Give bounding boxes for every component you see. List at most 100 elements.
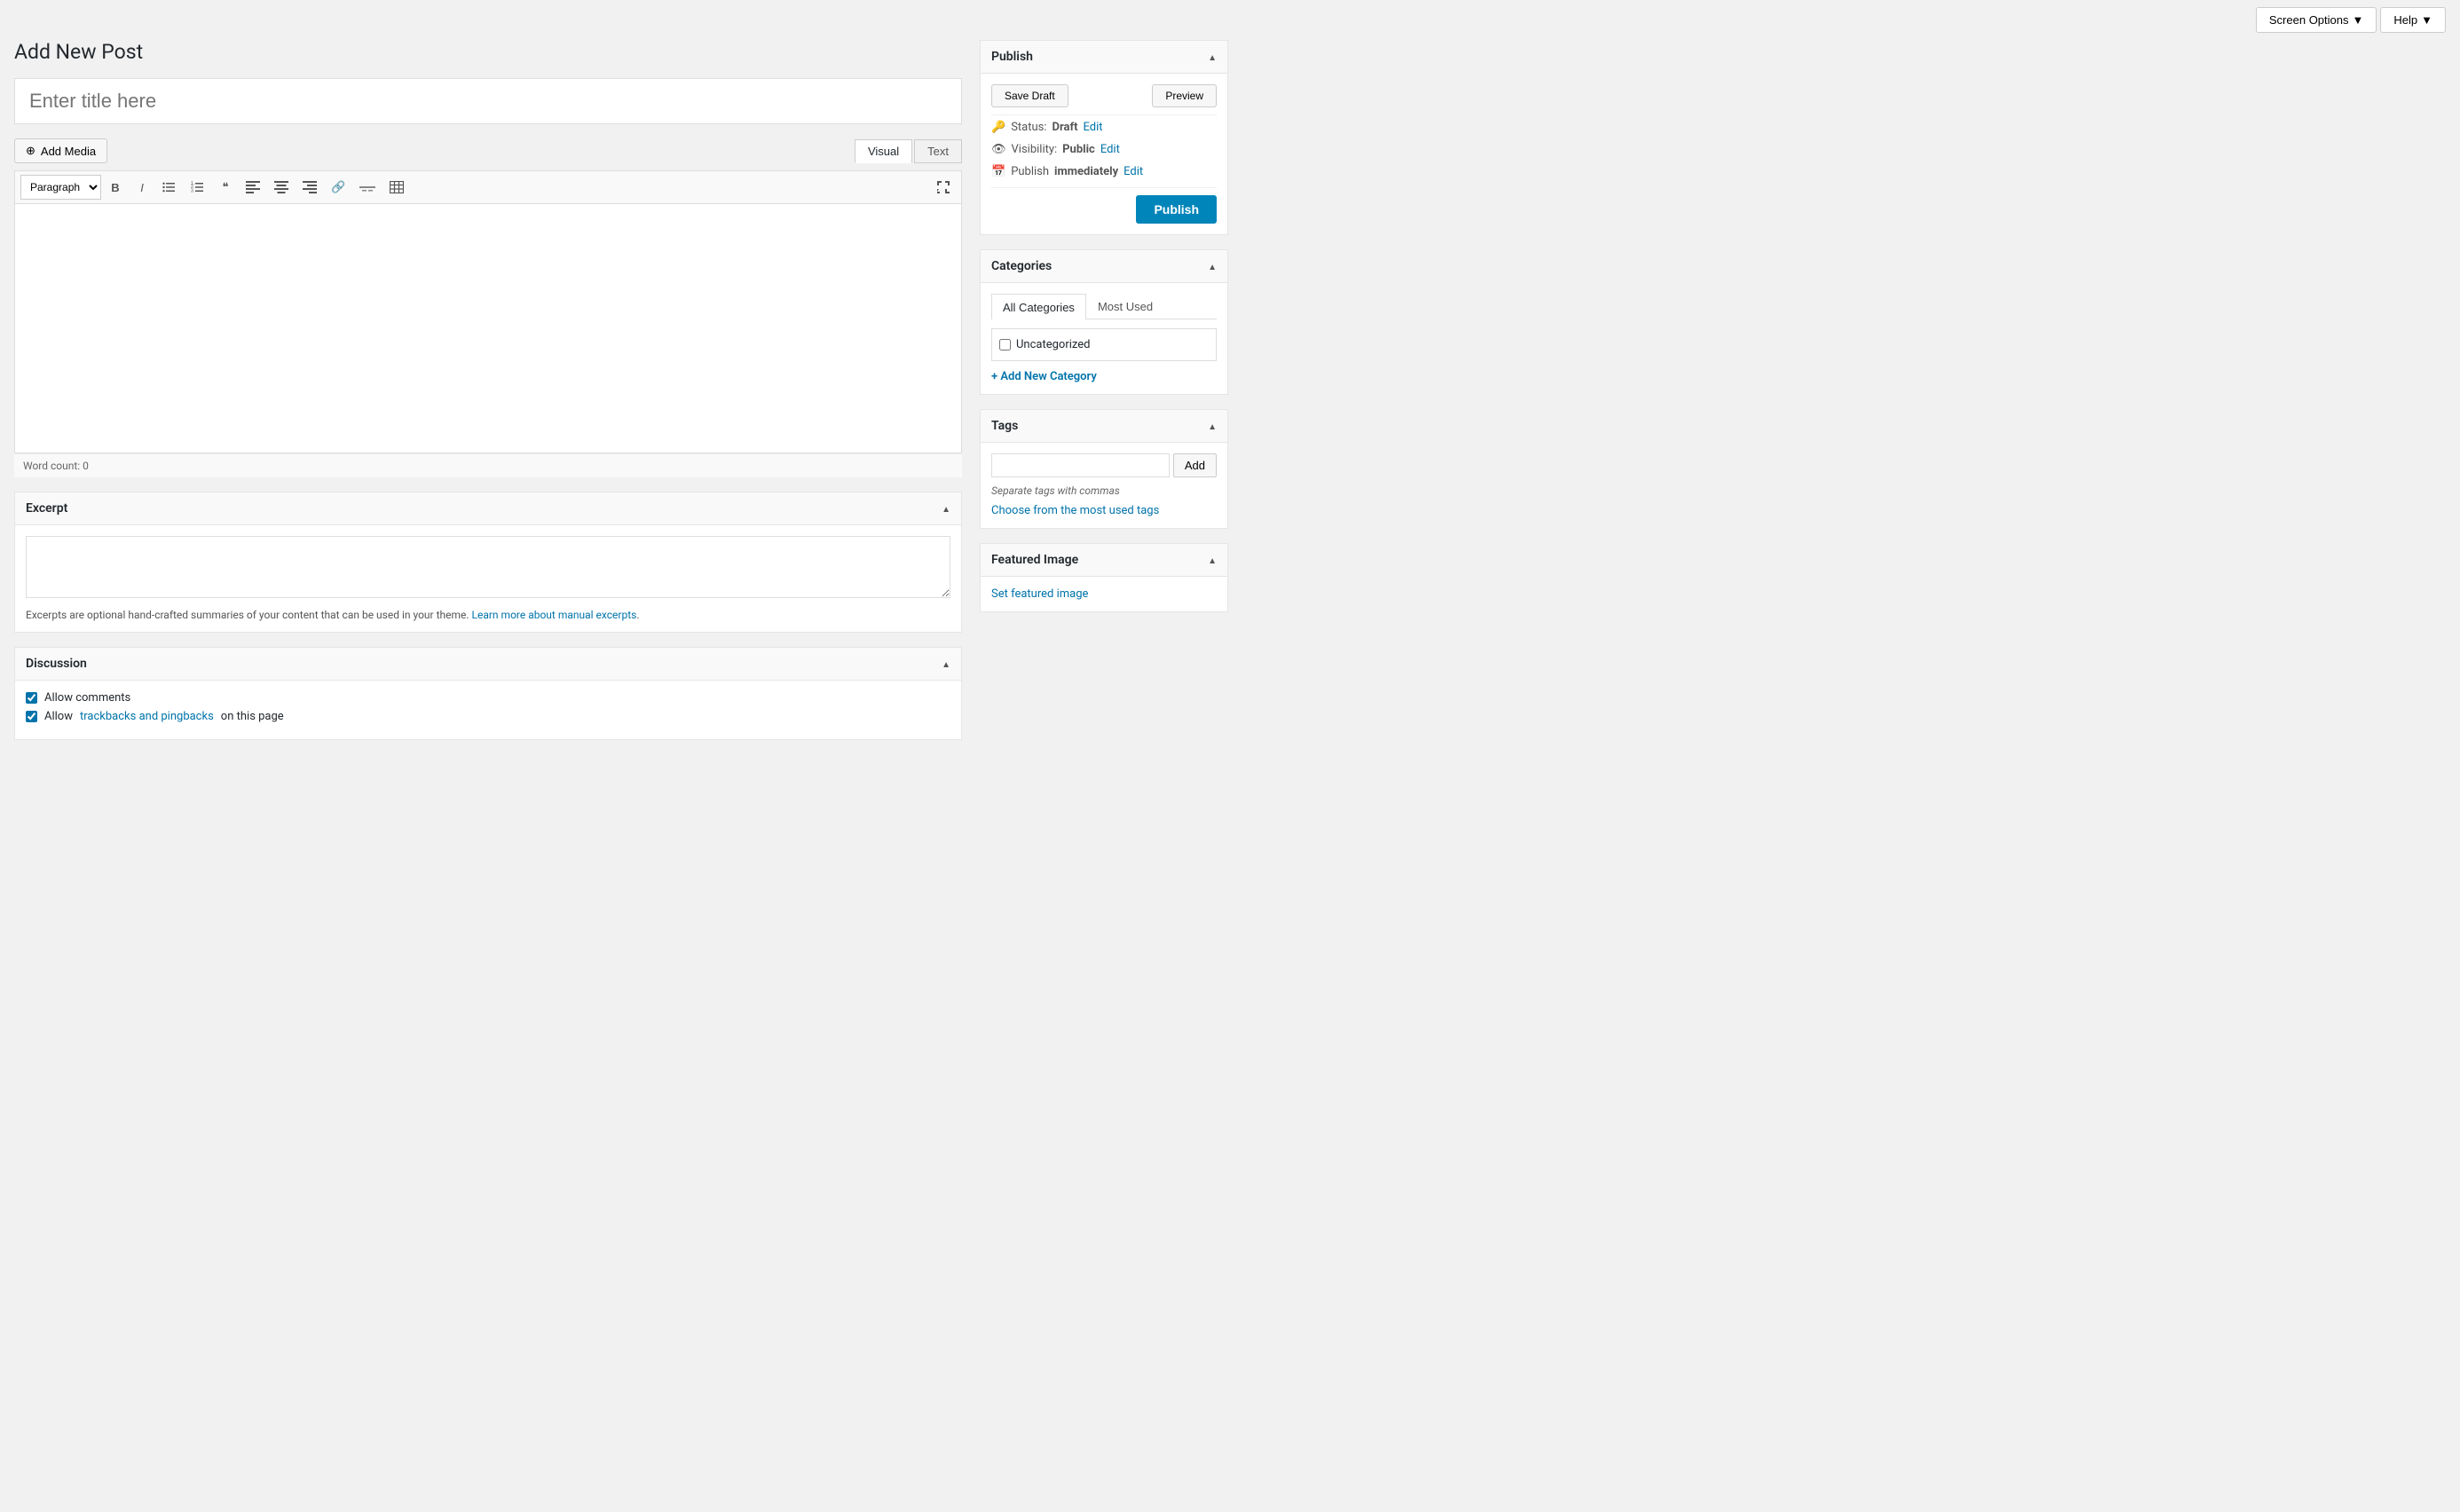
word-count: Word count: 0 — [14, 453, 962, 477]
link-button[interactable]: 🔗 — [325, 175, 351, 200]
help-button[interactable]: Help ▼ — [2380, 7, 2446, 33]
visibility-value: Public — [1062, 143, 1095, 156]
visual-text-tabs: Visual Text — [855, 139, 962, 163]
discussion-heading: Discussion — [26, 657, 87, 671]
tags-heading: Tags — [991, 419, 1018, 433]
featured-image-box-body: Set featured image — [981, 577, 1227, 611]
tags-box-header[interactable]: Tags — [981, 410, 1227, 443]
allow-trackbacks-label: Allow trackbacks and pingbacks on this p… — [26, 710, 950, 723]
trackbacks-link[interactable]: trackbacks and pingbacks — [80, 710, 214, 723]
discussion-collapse-icon — [942, 658, 950, 671]
excerpt-note: Excerpts are optional hand-crafted summa… — [26, 609, 950, 621]
italic-button[interactable]: I — [130, 175, 154, 200]
featured-image-heading: Featured Image — [991, 553, 1078, 567]
publish-actions-row: Save Draft Preview — [991, 84, 1217, 107]
help-label: Help — [2393, 13, 2417, 27]
excerpt-box: Excerpt Excerpts are optional hand-craft… — [14, 492, 962, 633]
set-featured-image-link[interactable]: Set featured image — [991, 587, 1088, 601]
discussion-box: Discussion Allow comments Allow trackbac… — [14, 647, 962, 740]
publish-box-body: Save Draft Preview 🔑 Status: Draft Edit … — [981, 74, 1227, 234]
discussion-box-body: Allow comments Allow trackbacks and ping… — [15, 681, 961, 739]
align-left-button[interactable] — [240, 175, 266, 200]
categories-heading: Categories — [991, 259, 1052, 273]
publish-collapse-icon — [1208, 51, 1217, 64]
status-edit-link[interactable]: Edit — [1084, 121, 1103, 134]
post-title-input[interactable] — [14, 78, 962, 124]
editor-toolbar-top: ⊕ Add Media Visual Text — [14, 138, 962, 163]
visibility-icon: 👁 — [991, 143, 1006, 156]
editor-box: Paragraph B I 1.2.3. ❝ — [14, 170, 962, 453]
category-list: Uncategorized — [991, 328, 1217, 361]
page-title: Add New Post — [14, 40, 962, 64]
add-new-category-link[interactable]: + Add New Category — [991, 370, 1097, 383]
choose-tags-link[interactable]: Choose from the most used tags — [991, 504, 1159, 517]
allow-comments-checkbox[interactable] — [26, 692, 37, 704]
paragraph-select[interactable]: Paragraph — [20, 175, 101, 200]
editor-content[interactable] — [15, 204, 961, 453]
visibility-row: 👁 Visibility: Public Edit — [991, 143, 1217, 156]
categories-collapse-icon — [1208, 260, 1217, 273]
more-button[interactable] — [353, 175, 382, 200]
align-right-button[interactable] — [296, 175, 323, 200]
allow-comments-text: Allow comments — [44, 691, 130, 705]
publish-divider — [991, 114, 1217, 115]
excerpt-box-body: Excerpts are optional hand-crafted summa… — [15, 525, 961, 632]
excerpt-collapse-icon — [942, 502, 950, 516]
fullscreen-button[interactable] — [931, 175, 956, 200]
category-label-uncategorized: Uncategorized — [1016, 338, 1090, 351]
publish-btn-row: Publish — [991, 195, 1217, 224]
categories-box-body: All Categories Most Used Uncategorized +… — [981, 283, 1227, 394]
category-tabs: All Categories Most Used — [991, 294, 1217, 319]
preview-button[interactable]: Preview — [1152, 84, 1217, 107]
screen-options-chevron-icon: ▼ — [2353, 13, 2364, 27]
publish-time-label: Publish — [1011, 165, 1049, 178]
sidebar-column: Publish Save Draft Preview 🔑 Status: Dra… — [980, 40, 1228, 740]
table-button[interactable] — [383, 175, 410, 200]
help-chevron-icon: ▼ — [2421, 13, 2432, 27]
allow-comments-label: Allow comments — [26, 691, 950, 705]
publish-time-value: immediately — [1054, 165, 1118, 178]
publish-divider-2 — [991, 187, 1217, 188]
visibility-edit-link[interactable]: Edit — [1100, 143, 1120, 156]
learn-more-link[interactable]: Learn more about manual excerpts — [472, 609, 637, 621]
ordered-list-button[interactable]: 1.2.3. — [185, 175, 211, 200]
featured-image-box-header[interactable]: Featured Image — [981, 544, 1227, 577]
add-tag-button[interactable]: Add — [1173, 453, 1217, 477]
featured-image-box: Featured Image Set featured image — [980, 543, 1228, 612]
tags-hint: Separate tags with commas — [991, 484, 1217, 497]
publish-time-row: 📅 Publish immediately Edit — [991, 165, 1217, 178]
unordered-list-button[interactable] — [156, 175, 183, 200]
excerpt-box-header[interactable]: Excerpt — [15, 492, 961, 525]
save-draft-button[interactable]: Save Draft — [991, 84, 1068, 107]
tab-all-categories[interactable]: All Categories — [991, 294, 1086, 319]
discussion-box-header[interactable]: Discussion — [15, 648, 961, 681]
excerpt-note-text: Excerpts are optional hand-crafted summa… — [26, 609, 469, 621]
publish-box: Publish Save Draft Preview 🔑 Status: Dra… — [980, 40, 1228, 235]
status-icon: 🔑 — [991, 121, 1005, 134]
allow-trackbacks-checkbox[interactable] — [26, 711, 37, 722]
featured-image-collapse-icon — [1208, 554, 1217, 567]
status-label: Status: — [1011, 121, 1046, 134]
add-media-button[interactable]: ⊕ Add Media — [14, 138, 107, 163]
publish-time-edit-link[interactable]: Edit — [1124, 165, 1143, 178]
categories-box-header[interactable]: Categories — [981, 250, 1227, 283]
blockquote-button[interactable]: ❝ — [213, 175, 238, 200]
publish-button[interactable]: Publish — [1136, 195, 1217, 224]
excerpt-textarea[interactable] — [26, 536, 950, 598]
tags-input[interactable] — [991, 453, 1170, 477]
status-row: 🔑 Status: Draft Edit — [991, 121, 1217, 134]
tags-box-body: Add Separate tags with commas Choose fro… — [981, 443, 1227, 528]
screen-options-button[interactable]: Screen Options ▼ — [2256, 7, 2377, 33]
add-media-label: Add Media — [41, 145, 96, 158]
bold-button[interactable]: B — [103, 175, 128, 200]
category-checkbox-uncategorized[interactable] — [999, 339, 1011, 350]
category-item-uncategorized: Uncategorized — [999, 336, 1209, 353]
tags-collapse-icon — [1208, 420, 1217, 433]
visibility-label: Visibility: — [1012, 143, 1058, 156]
publish-box-header[interactable]: Publish — [981, 41, 1227, 74]
tab-visual[interactable]: Visual — [855, 139, 912, 163]
align-center-button[interactable] — [268, 175, 295, 200]
tab-text[interactable]: Text — [914, 139, 962, 163]
allow-trackbacks-suffix: on this page — [221, 710, 284, 723]
tab-most-used[interactable]: Most Used — [1086, 294, 1164, 319]
